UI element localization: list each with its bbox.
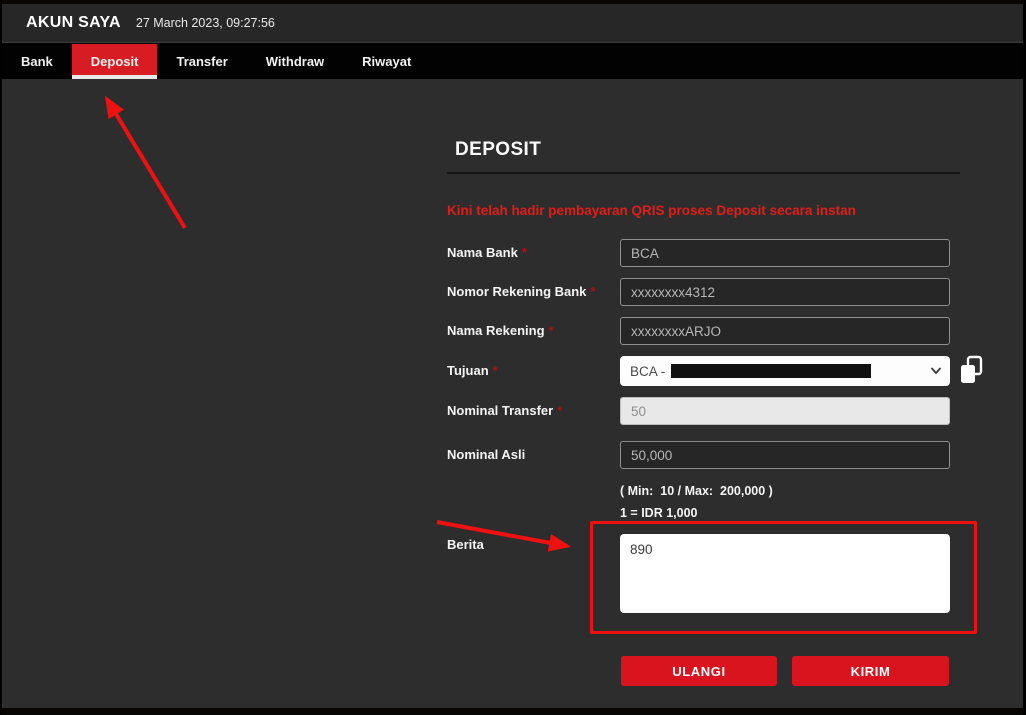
qris-notice: Kini telah hadir pembayaran QRIS proses …: [447, 203, 856, 218]
required-asterisk: *: [522, 245, 527, 260]
berita-textarea[interactable]: 890: [620, 534, 950, 613]
redaction-bar: [671, 364, 871, 378]
nama-bank-input[interactable]: [620, 239, 950, 267]
account-header: AKUN SAYA 27 March 2023, 09:27:56: [2, 4, 1023, 43]
kirim-button[interactable]: KIRIM: [792, 656, 949, 686]
tab-deposit[interactable]: Deposit: [72, 44, 158, 79]
nama-bank-label: Nama Bank*: [447, 245, 527, 260]
tujuan-selected-value: BCA -: [630, 364, 665, 379]
nama-rekening-label: Nama Rekening*: [447, 323, 554, 338]
tujuan-label: Tujuan*: [447, 363, 498, 378]
chevron-down-icon: [931, 366, 941, 376]
nomor-rekening-label: Nomor Rekening Bank*: [447, 284, 595, 299]
required-asterisk: *: [549, 323, 554, 338]
nominal-transfer-label: Nominal Transfer*: [447, 403, 562, 418]
berita-label: Berita: [447, 537, 484, 552]
nominal-transfer-input[interactable]: [620, 397, 950, 425]
main-nav: Bank Deposit Transfer Withdraw Riwayat: [2, 44, 1023, 79]
tujuan-select[interactable]: BCA -: [620, 356, 950, 386]
tab-withdraw[interactable]: Withdraw: [247, 44, 343, 79]
bottom-edge-sliver: [2, 708, 1023, 715]
rate-hint: 1 = IDR 1,000: [620, 506, 697, 520]
page: AKUN SAYA 27 March 2023, 09:27:56 Bank D…: [0, 0, 1026, 715]
nominal-asli-input[interactable]: [620, 441, 950, 469]
tab-riwayat-label: Riwayat: [362, 54, 411, 69]
tab-transfer[interactable]: Transfer: [157, 44, 246, 79]
copy-icon[interactable]: [958, 355, 984, 385]
page-title: AKUN SAYA: [26, 14, 121, 32]
tab-riwayat[interactable]: Riwayat: [343, 44, 430, 79]
datetime-label: 27 March 2023, 09:27:56: [136, 16, 275, 30]
tab-bank[interactable]: Bank: [2, 44, 72, 79]
nama-rekening-input[interactable]: [620, 317, 950, 345]
tab-deposit-label: Deposit: [91, 54, 139, 69]
min-max-hint: ( Min: 10 / Max: 200,000 ): [620, 484, 773, 498]
required-asterisk: *: [590, 284, 595, 299]
deposit-panel: DEPOSIT Kini telah hadir pembayaran QRIS…: [2, 79, 1023, 708]
tab-withdraw-label: Withdraw: [266, 54, 324, 69]
nominal-asli-label: Nominal Asli: [447, 447, 525, 462]
ulangi-button[interactable]: ULANGI: [621, 656, 777, 686]
required-asterisk: *: [493, 363, 498, 378]
nomor-rekening-input[interactable]: [620, 278, 950, 306]
tab-bank-label: Bank: [21, 54, 53, 69]
required-asterisk: *: [557, 403, 562, 418]
section-heading: DEPOSIT: [455, 139, 541, 161]
tab-transfer-label: Transfer: [176, 54, 227, 69]
heading-divider: [447, 172, 960, 174]
